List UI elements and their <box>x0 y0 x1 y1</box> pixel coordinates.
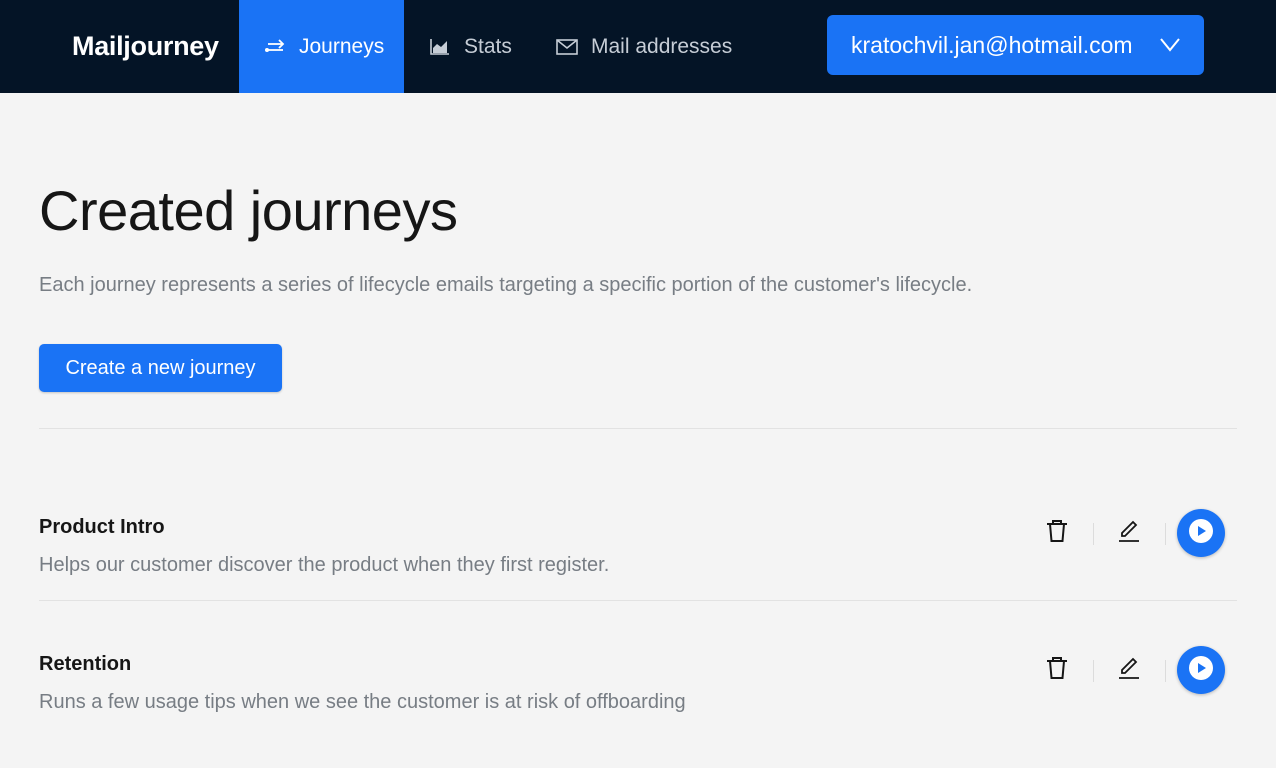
page-subtitle: Each journey represents a series of life… <box>39 274 973 296</box>
chevron-down-icon <box>1158 33 1182 57</box>
journey-name[interactable]: Product Intro <box>39 516 165 539</box>
nav-item-label: Mail addresses <box>591 34 733 58</box>
journey-description: Runs a few usage tips when we see the cu… <box>39 691 686 713</box>
brand-logo[interactable]: Mailjourney <box>72 0 219 93</box>
delete-journey-button[interactable] <box>1037 650 1077 690</box>
nav-item-label: Stats <box>464 34 512 58</box>
account-dropdown[interactable]: kratochvil.jan@hotmail.com <box>827 15 1204 75</box>
delete-journey-button[interactable] <box>1037 513 1077 553</box>
edit-icon <box>1117 519 1141 548</box>
mail-icon <box>555 35 579 59</box>
nav-item-mail-addresses[interactable]: Mail addresses <box>555 0 732 93</box>
account-email: kratochvil.jan@hotmail.com <box>851 31 1133 58</box>
edit-journey-button[interactable] <box>1109 650 1149 690</box>
run-journey-button[interactable] <box>1177 509 1225 557</box>
play-icon <box>1188 518 1214 549</box>
journey-row: Product Intro Helps our customer discove… <box>39 509 1237 596</box>
edit-icon <box>1117 656 1141 685</box>
nav-item-stats[interactable]: Stats <box>428 0 512 93</box>
journey-description: Helps our customer discover the product … <box>39 554 610 576</box>
page-title: Created journeys <box>39 179 458 242</box>
row-divider <box>39 600 1237 601</box>
play-icon <box>1188 655 1214 686</box>
nav-item-label: Journeys <box>299 34 385 58</box>
trash-icon <box>1046 656 1068 685</box>
journey-name[interactable]: Retention <box>39 653 131 676</box>
journey-row: Retention Runs a few usage tips when we … <box>39 646 1237 733</box>
run-journey-button[interactable] <box>1177 646 1225 694</box>
action-separator <box>1165 523 1166 545</box>
section-divider <box>39 428 1237 429</box>
journeys-icon <box>263 35 287 59</box>
top-navigation-bar: Mailjourney Journeys Stats Mail addresse… <box>0 0 1276 93</box>
nav-item-journeys[interactable]: Journeys <box>239 0 404 93</box>
trash-icon <box>1046 519 1068 548</box>
chart-icon <box>428 35 452 59</box>
edit-journey-button[interactable] <box>1109 513 1149 553</box>
action-separator <box>1093 660 1094 682</box>
action-separator <box>1093 523 1094 545</box>
create-journey-button[interactable]: Create a new journey <box>39 344 282 392</box>
action-separator <box>1165 660 1166 682</box>
